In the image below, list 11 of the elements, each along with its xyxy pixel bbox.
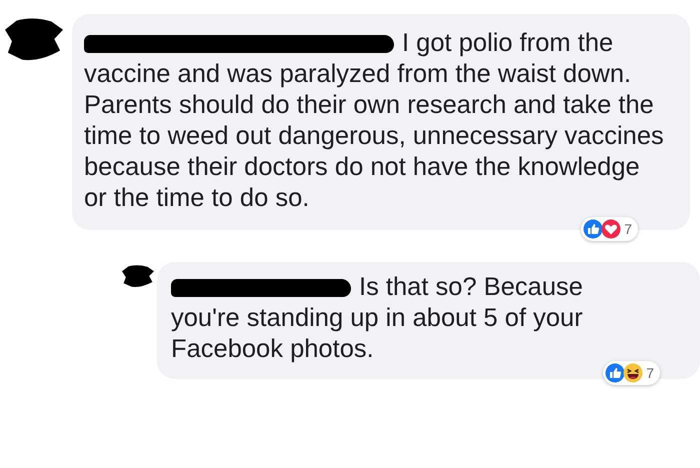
redacted-avatar: [122, 264, 154, 288]
comment-text: Is that so? Because you're standing up in about 5 of your Facebook photos.: [171, 272, 584, 365]
laughing-face-icon: [623, 363, 644, 383]
reaction-summary[interactable]: 7: [581, 217, 638, 241]
reaction-summary[interactable]: 7: [603, 361, 660, 385]
redacted-avatar: [5, 16, 63, 62]
comment-text: I got polio from the vaccine and was paralyzed from the waist down. Parents should do their own research and take the time to weed out dangerous, unnecessary vaccines because their doctors do not have the knowledge or the time to do so.: [84, 28, 664, 214]
thumbs-up-icon: [583, 219, 604, 239]
thumbs-up-icon: [605, 363, 626, 383]
reaction-count: 7: [624, 221, 632, 237]
reaction-count: 7: [646, 365, 654, 381]
